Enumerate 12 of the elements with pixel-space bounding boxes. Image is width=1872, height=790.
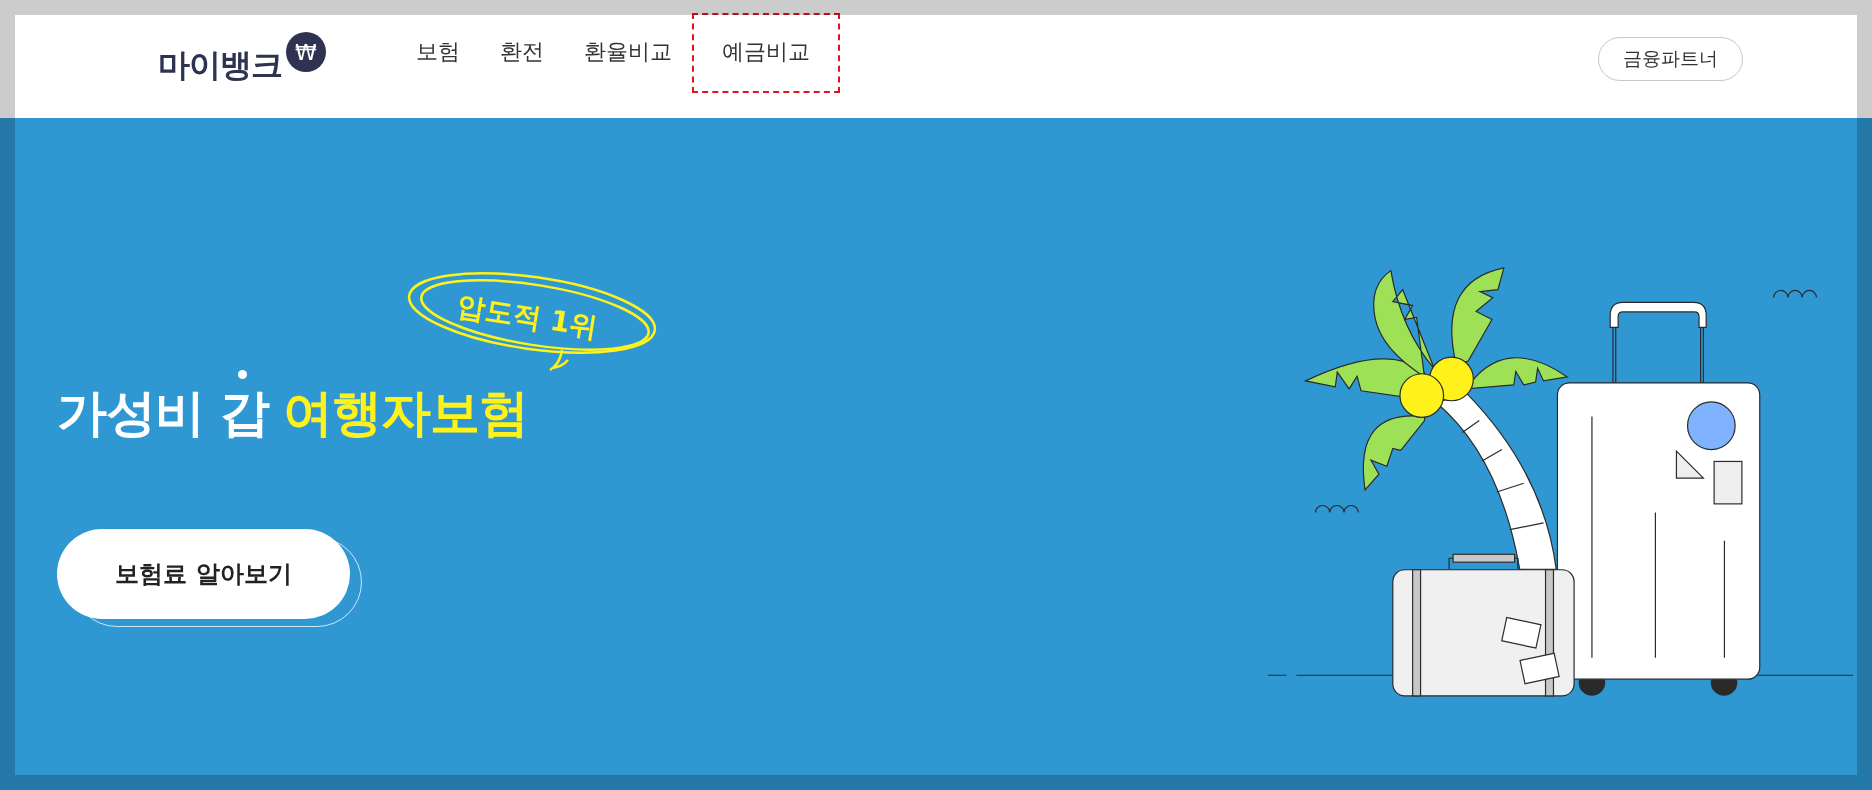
logo-badge-icon: ₩ bbox=[286, 32, 326, 72]
emphasis-dot-icon bbox=[238, 370, 247, 379]
ranking-badge-text: 압도적 1위 bbox=[454, 288, 601, 346]
logo-text[interactable]: 마이뱅크 bbox=[158, 44, 282, 88]
partner-button[interactable]: 금융파트너 bbox=[1598, 37, 1743, 81]
nav-link[interactable]: 환전 bbox=[480, 13, 564, 93]
quote-button[interactable]: 보험료 알아보기 bbox=[57, 529, 363, 628]
nav-link[interactable]: 환율비교 bbox=[564, 13, 692, 93]
nav-link[interactable]: 예금비교 bbox=[692, 13, 840, 93]
nav-link[interactable]: 보험 bbox=[396, 13, 480, 93]
headline-text: 가성비 갑 bbox=[57, 383, 270, 444]
headline-text: 여행자보험 bbox=[283, 383, 529, 444]
